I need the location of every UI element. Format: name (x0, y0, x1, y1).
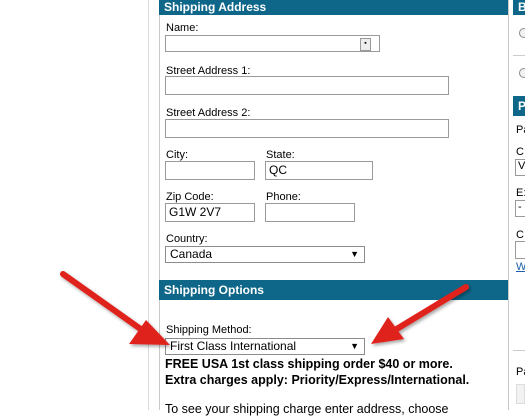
arrow-right-icon (371, 284, 469, 344)
arrow-left-icon (60, 271, 170, 345)
annotation-arrows (60, 271, 469, 345)
